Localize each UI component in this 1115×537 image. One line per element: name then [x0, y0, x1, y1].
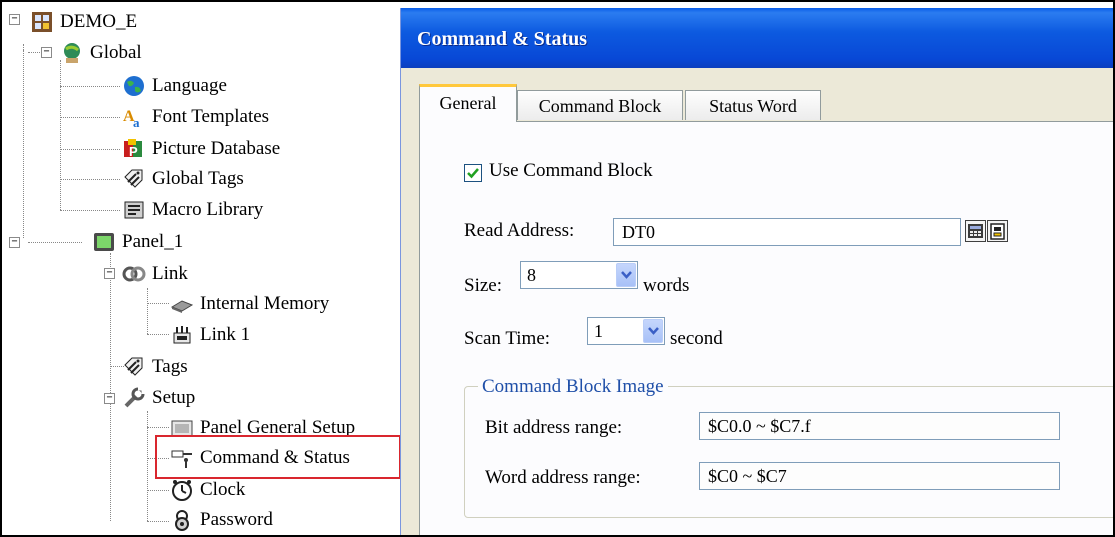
tree-node-language[interactable]: Language [122, 71, 229, 101]
global-settings-icon [60, 41, 84, 65]
tree-node-label: Panel_1 [122, 231, 184, 252]
tree-node-global[interactable]: Global [60, 38, 144, 68]
scan-time-unit: second [670, 328, 723, 349]
svg-text:a: a [133, 115, 140, 129]
project-tree: − − − − − DEMO_E Global Language Aa Font… [2, 2, 402, 535]
project-icon [30, 10, 54, 34]
collapse-root-icon[interactable]: − [9, 14, 20, 25]
size-dropdown-button[interactable] [616, 263, 636, 287]
tree-node-setup[interactable]: Setup [122, 383, 197, 413]
size-label: Size: [464, 275, 502, 296]
font-icon: Aa [122, 105, 146, 130]
book-icon [122, 198, 146, 222]
command-block-image-title: Command Block Image [478, 376, 668, 398]
tags-icon [122, 167, 146, 191]
tree-node-macro-library[interactable]: Macro Library [122, 195, 265, 225]
use-command-block-checkbox[interactable] [464, 164, 482, 182]
tree-node-label: Password [200, 509, 273, 530]
bit-address-range-label: Bit address range: [485, 417, 623, 438]
tags-icon [122, 355, 146, 379]
picture-icon: P [122, 137, 146, 161]
tree-node-label: Setup [152, 387, 196, 408]
lock-icon [170, 508, 194, 532]
svg-text:P: P [129, 144, 138, 159]
chip-icon [170, 292, 194, 316]
tree-node-label: Picture Database [152, 138, 281, 159]
tab-command-block[interactable]: Command Block [517, 90, 683, 120]
address-tag-button[interactable] [987, 220, 1008, 242]
keypad-icon [968, 224, 983, 238]
tree-node-label: Font Templates [152, 106, 270, 127]
tree-node-tags[interactable]: Tags [122, 352, 190, 382]
tree-node-label: Link [152, 263, 188, 284]
collapse-global-icon[interactable]: − [41, 47, 52, 58]
collapse-link-icon[interactable]: − [104, 268, 115, 279]
collapse-panel-icon[interactable]: − [9, 237, 20, 248]
tree-node-internal-memory[interactable]: Internal Memory [170, 289, 331, 319]
tree-node-root[interactable]: DEMO_E [30, 7, 139, 37]
tree-node-label: Language [152, 75, 227, 96]
command-block-image-group [464, 386, 1113, 518]
read-address-label: Read Address: [464, 220, 575, 241]
tree-node-global-tags[interactable]: Global Tags [122, 164, 246, 194]
wrench-icon [122, 386, 146, 410]
size-select[interactable]: 8 [520, 261, 638, 289]
tree-node-label: Global [90, 42, 142, 63]
chevron-down-icon [648, 327, 659, 335]
size-value: 8 [527, 265, 536, 285]
link-icon [122, 262, 146, 286]
tab-general[interactable]: General [419, 84, 517, 122]
tab-status-word[interactable]: Status Word [685, 90, 821, 120]
globe-icon [122, 74, 146, 98]
tree-node-label: Internal Memory [200, 293, 330, 314]
tree-node-panel-1[interactable]: Panel_1 [92, 227, 185, 257]
screenshot-frame: − − − − − DEMO_E Global Language Aa Font… [0, 0, 1115, 537]
tree-node-clock[interactable]: Clock [170, 475, 247, 505]
tree-node-link[interactable]: Link [122, 259, 190, 289]
tree-node-label: Link 1 [200, 324, 251, 345]
scan-time-select[interactable]: 1 [587, 317, 665, 345]
tree-node-link-1[interactable]: Link 1 [170, 320, 252, 350]
tree-node-label: Tags [152, 356, 188, 377]
word-address-range-label: Word address range: [485, 467, 641, 488]
panel-icon [92, 230, 116, 254]
dialog-title-bar[interactable]: Command & Status [401, 8, 1113, 68]
tree-node-picture-database[interactable]: P Picture Database [122, 134, 282, 164]
tag-browse-icon [990, 223, 1005, 240]
tree-node-label: Macro Library [152, 199, 264, 220]
tree-node-label: Global Tags [152, 168, 244, 189]
read-address-input[interactable]: DT0 [613, 218, 961, 246]
scan-time-label: Scan Time: [464, 328, 551, 349]
address-keypad-button[interactable] [965, 220, 986, 242]
tree-node-label: Clock [200, 479, 246, 500]
checkmark-icon [467, 168, 479, 179]
scan-time-dropdown-button[interactable] [643, 319, 663, 343]
bit-address-range-field: $C0.0 ~ $C7.f [699, 412, 1060, 440]
size-unit: words [643, 275, 690, 296]
word-address-range-field: $C0 ~ $C7 [699, 462, 1060, 490]
collapse-setup-icon[interactable]: − [104, 393, 115, 404]
dialog-title: Command & Status [417, 28, 588, 50]
tree-node-label: DEMO_E [60, 11, 138, 32]
use-command-block-label: Use Command Block [489, 160, 653, 181]
selected-node-highlight [155, 435, 401, 479]
scan-time-value: 1 [594, 321, 603, 341]
tree-node-password[interactable]: Password [170, 505, 275, 535]
chevron-down-icon [621, 271, 632, 279]
network-icon [170, 323, 194, 347]
clock-icon [170, 478, 194, 502]
tree-node-font-templates[interactable]: Aa Font Templates [122, 102, 271, 132]
